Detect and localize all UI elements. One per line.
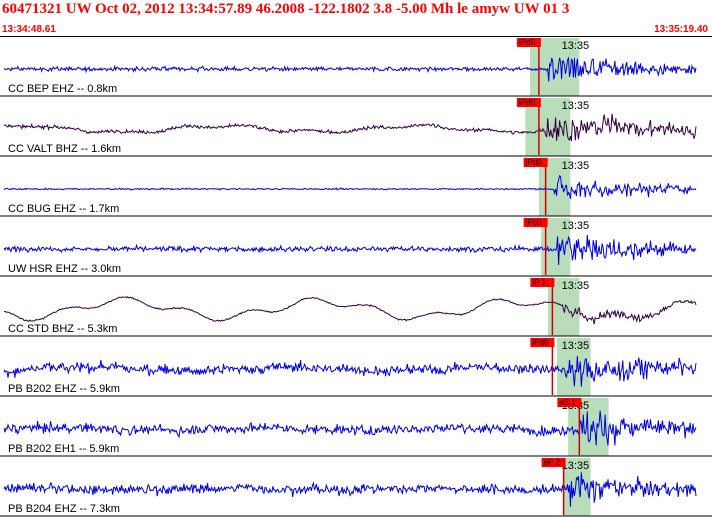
minute-marker-label: 13:35 (562, 100, 590, 112)
pick-marker: iPc0 (523, 218, 548, 227)
station-label: CC BUG EHZ -- 1.7km (8, 203, 119, 215)
pick-label: iPd0 (519, 38, 536, 47)
trace-row: 13:35 iPc0 UW HSR EHZ -- 3.0km (0, 218, 712, 277)
header: 60471321 UW Oct 02, 2012 13:34:57.89 46.… (0, 0, 712, 36)
pick-marker: iPd0 (516, 98, 541, 107)
trace-row: 13:35eP 2 PB B204 EHZ -- 7.3km (0, 458, 712, 517)
station-label: CC STD BHZ -- 5.3km (8, 323, 117, 335)
pick-marker: eS 1 (557, 398, 582, 407)
waveform (3, 234, 697, 266)
waveform (3, 295, 697, 325)
minute-marker-label: 13:35 (562, 220, 590, 232)
minute-marker-label: 13:35 (562, 340, 590, 352)
station-label: PB B202 EH1 -- 5.9km (8, 443, 119, 455)
pick-marker: iPd0 (516, 38, 541, 47)
station-label: UW HSR EHZ -- 3.0km (8, 263, 121, 275)
seismogram-chart: 13:35 iPd0 CC BEP EHZ -- 0.8km 13:35 iPd0 CC … (0, 36, 712, 517)
station-label: PB B202 EHZ -- 5.9km (8, 383, 120, 395)
waveform (3, 174, 697, 199)
trace-row: 13:35 iPd0 CC BEP EHZ -- 0.8km (0, 38, 712, 97)
pick-label: iPd0 (526, 158, 543, 167)
trace-row: 13:35 iPd0 CC VALT BHZ -- 1.6km (0, 98, 712, 157)
minute-marker-label: 13:35 (562, 160, 590, 172)
trace-row: 13:35 iPd0 PB B202 EHZ -- 5.9km (0, 338, 712, 397)
pick-marker: eP 2 (541, 458, 566, 467)
waveform (3, 56, 697, 82)
waveform (3, 472, 697, 507)
station-label: PB B204 EHZ -- 7.3km (8, 503, 120, 515)
pick-label: eP 2 (544, 458, 561, 467)
minute-marker-label: 13:35 (562, 460, 590, 472)
station-label: CC BEP EHZ -- 0.8km (8, 83, 117, 95)
pick-label: iPc0 (526, 218, 542, 227)
event-title: 60471321 UW Oct 02, 2012 13:34:57.89 46.… (2, 1, 570, 17)
station-label: CC VALT BHZ -- 1.6km (8, 143, 121, 155)
pick-label: iPd0 (519, 98, 536, 107)
pick-label: iPd0 (532, 338, 549, 347)
pick-marker: iPd0 (530, 338, 555, 347)
minute-marker-label: 13:35 (562, 40, 590, 52)
pick-marker: iPd0 (523, 158, 548, 167)
pick-label: iP 1 (532, 278, 546, 287)
waveform (3, 113, 697, 142)
trace-row: 13:35 iP 1 CC STD BHZ -- 5.3km (0, 278, 712, 337)
pick-marker: iP 1 (530, 278, 555, 287)
seismogram-panel: 13:35 iPd0 CC BEP EHZ -- 0.8km 13:35 iPd0 CC … (0, 36, 712, 518)
window-end-time: 13:35:19.40 (654, 24, 708, 35)
trace-row: 13:35eS 1PB B202 EH1 -- 5.9km (0, 398, 712, 457)
window-start-time: 13:34:48.61 (2, 24, 56, 35)
minute-marker-label: 13:35 (562, 280, 590, 292)
trace-row: 13:35 iPd0 CC BUG EHZ -- 1.7km (0, 158, 712, 217)
pick-label: eS 1 (559, 398, 576, 407)
